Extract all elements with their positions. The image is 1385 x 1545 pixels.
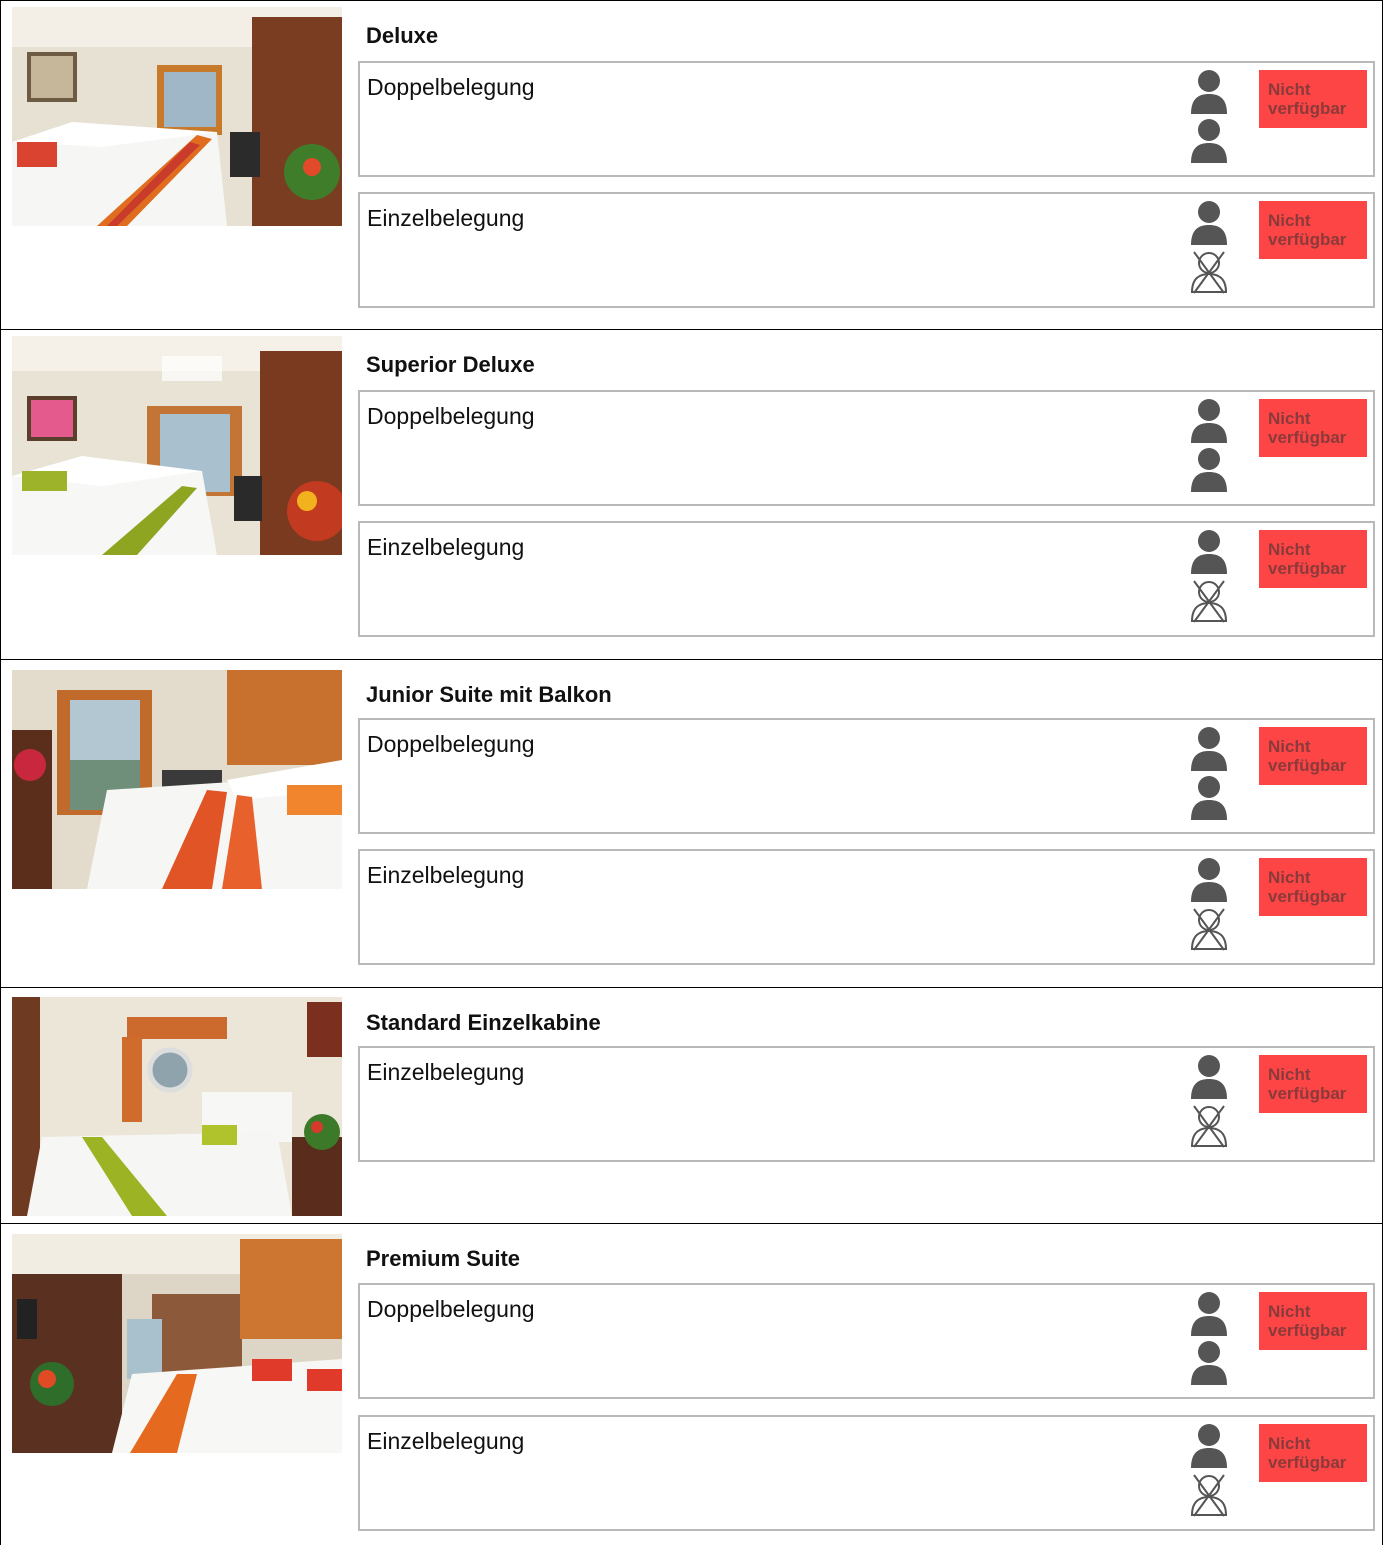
occupancy-option-double[interactable]: Doppelbelegung Nicht verfügbar — [358, 390, 1375, 506]
cabin-row-superior-deluxe: Superior Deluxe Doppelbelegung Nicht ver… — [0, 329, 1383, 660]
cabin-title: Superior Deluxe — [366, 352, 535, 377]
person-icon — [1191, 1341, 1227, 1385]
cabin-title: Junior Suite mit Balkon — [366, 682, 612, 707]
cabin-title: Deluxe — [366, 23, 439, 48]
occupancy-label: Einzelbelegung — [367, 1428, 525, 1454]
cabin-photo[interactable] — [12, 7, 342, 226]
unavailable-badge: Nicht verfügbar — [1259, 1424, 1367, 1482]
person-icon — [1191, 727, 1227, 771]
occupancy-label: Doppelbelegung — [367, 731, 535, 757]
occupancy-label: Doppelbelegung — [367, 1296, 535, 1322]
person-crossed-icon — [1191, 251, 1227, 294]
unavailable-badge: Nicht verfügbar — [1259, 201, 1367, 259]
person-icon — [1191, 1055, 1227, 1099]
occupancy-label: Doppelbelegung — [367, 403, 535, 429]
unavailable-badge: Nicht verfügbar — [1259, 1055, 1367, 1113]
person-icon — [1191, 530, 1227, 574]
cabin-photo[interactable] — [12, 670, 342, 889]
person-icon — [1191, 119, 1227, 163]
unavailable-badge: Nicht verfügbar — [1259, 858, 1367, 916]
occupancy-option-single[interactable]: Einzelbelegung Nicht verfügbar — [358, 521, 1375, 637]
cabin-title: Standard Einzelkabine — [366, 1010, 601, 1035]
cabin-photo[interactable] — [12, 997, 342, 1216]
person-icon — [1191, 448, 1227, 492]
person-icon — [1191, 201, 1227, 245]
cabin-photo[interactable] — [12, 336, 342, 555]
person-icon — [1191, 776, 1227, 820]
person-icon — [1191, 1424, 1227, 1468]
person-icon — [1191, 1292, 1227, 1336]
occupancy-label: Einzelbelegung — [367, 205, 525, 231]
occupancy-label: Einzelbelegung — [367, 862, 525, 888]
person-crossed-icon — [1191, 1105, 1227, 1148]
unavailable-badge: Nicht verfügbar — [1259, 727, 1367, 785]
occupancy-label: Einzelbelegung — [367, 534, 525, 560]
unavailable-badge: Nicht verfügbar — [1259, 399, 1367, 457]
occupancy-label: Doppelbelegung — [367, 74, 535, 100]
occupancy-option-single[interactable]: Einzelbelegung Nicht verfügbar — [358, 849, 1375, 965]
cabin-row-junior-suite: Junior Suite mit Balkon Doppelbelegung N… — [0, 659, 1383, 988]
occupancy-option-double[interactable]: Doppelbelegung Nicht verfügbar — [358, 718, 1375, 834]
cabin-title: Premium Suite — [366, 1246, 521, 1271]
person-crossed-icon — [1191, 580, 1227, 623]
occupancy-option-single[interactable]: Einzelbelegung Nicht verfügbar — [358, 192, 1375, 308]
cabin-row-standard-single: Standard Einzelkabine Einzelbelegung Nic… — [0, 987, 1383, 1224]
occupancy-label: Einzelbelegung — [367, 1059, 525, 1085]
cabin-row-premium-suite: Premium Suite Doppelbelegung Nicht verfü… — [0, 1223, 1383, 1545]
cabin-row-deluxe: Deluxe Doppelbelegung Nicht verfügbar Ei… — [0, 0, 1383, 330]
unavailable-badge: Nicht verfügbar — [1259, 530, 1367, 588]
person-icon — [1191, 858, 1227, 902]
unavailable-badge: Nicht verfügbar — [1259, 70, 1367, 128]
occupancy-option-single[interactable]: Einzelbelegung Nicht verfügbar — [358, 1046, 1375, 1162]
cabin-photo[interactable] — [12, 1234, 342, 1453]
person-crossed-icon — [1191, 1474, 1227, 1517]
person-icon — [1191, 70, 1227, 114]
person-icon — [1191, 399, 1227, 443]
occupancy-option-double[interactable]: Doppelbelegung Nicht verfügbar — [358, 61, 1375, 177]
unavailable-badge: Nicht verfügbar — [1259, 1292, 1367, 1350]
person-crossed-icon — [1191, 908, 1227, 951]
occupancy-option-double[interactable]: Doppelbelegung Nicht verfügbar — [358, 1283, 1375, 1399]
occupancy-option-single[interactable]: Einzelbelegung Nicht verfügbar — [358, 1415, 1375, 1531]
